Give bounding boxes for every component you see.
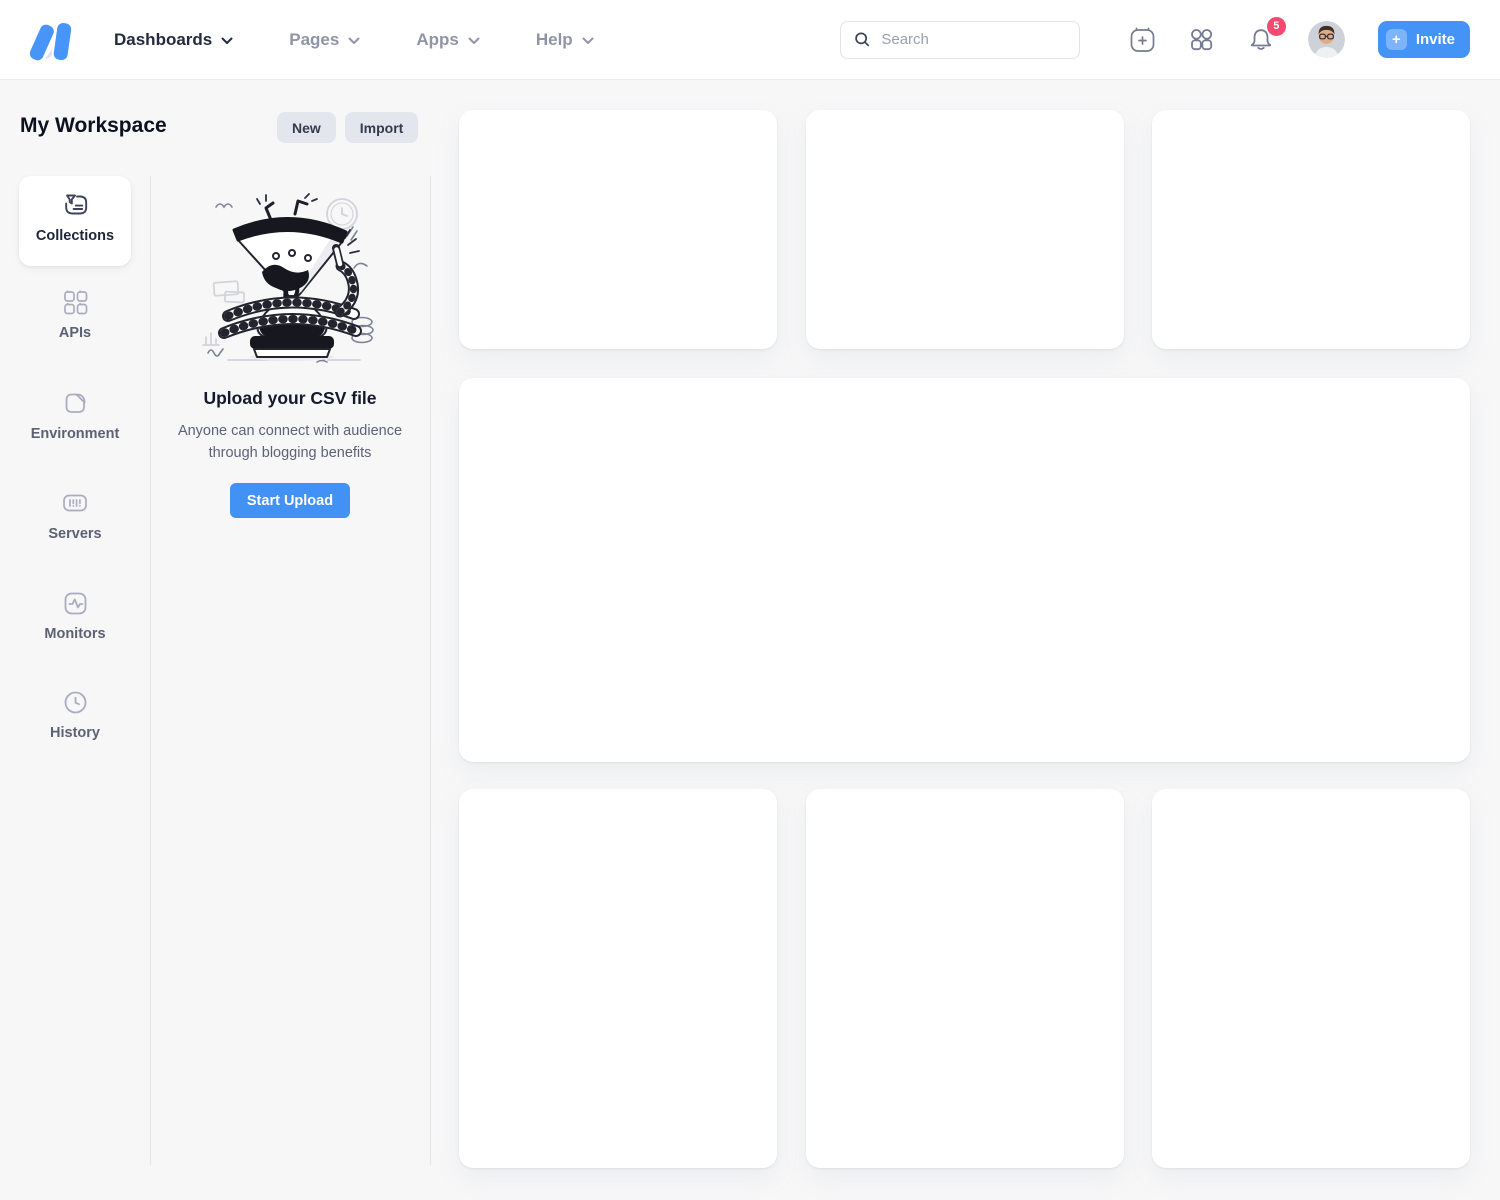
search-box[interactable] — [840, 21, 1080, 59]
notifications-button[interactable]: 5 — [1247, 26, 1275, 54]
top-navbar: Dashboards Pages Apps Help — [0, 0, 1500, 80]
chevron-down-icon — [582, 37, 594, 45]
nav-pages[interactable]: Pages — [289, 30, 360, 50]
divider — [430, 176, 431, 1165]
apis-icon — [19, 288, 131, 316]
nav-pages-label: Pages — [289, 30, 339, 50]
main-nav: Dashboards Pages Apps Help — [114, 30, 594, 50]
nav-dashboards-label: Dashboards — [114, 30, 212, 50]
placeholder-card — [459, 110, 777, 349]
plus-icon: + — [1386, 29, 1407, 50]
placeholder-card — [1152, 110, 1470, 349]
nav-apps-label: Apps — [416, 30, 459, 50]
placeholder-card-wide — [459, 378, 1470, 762]
upload-title: Upload your CSV file — [150, 388, 430, 409]
import-button[interactable]: Import — [345, 112, 419, 143]
upload-panel: Upload your CSV file Anyone can connect … — [150, 192, 430, 518]
monitors-icon — [19, 589, 131, 617]
apps-grid-icon[interactable] — [1189, 27, 1214, 52]
history-icon — [19, 688, 131, 716]
sidebar-item-apis[interactable]: APIs — [19, 288, 131, 341]
avatar[interactable] — [1308, 21, 1345, 58]
placeholder-card — [459, 789, 777, 1168]
sidebar-item-label: Servers — [19, 526, 131, 542]
placeholder-card — [806, 789, 1124, 1168]
sidebar-item-label: APIs — [19, 325, 131, 341]
sidebar-item-collections[interactable]: Collections — [19, 176, 131, 266]
sidebar-item-label: Environment — [19, 426, 131, 442]
brand-logo-icon[interactable] — [30, 17, 74, 63]
collections-icon — [19, 191, 131, 219]
upload-description: Anyone can connect with audience through… — [168, 420, 412, 464]
nav-apps[interactable]: Apps — [416, 30, 480, 50]
page-title: My Workspace — [20, 114, 167, 138]
search-icon — [854, 30, 871, 49]
sidebar-item-label: Collections — [19, 228, 131, 244]
placeholder-card — [806, 110, 1124, 349]
hourglass-character-illustration — [200, 192, 380, 372]
sidebar-item-environment[interactable]: Environment — [19, 389, 131, 442]
chevron-down-icon — [348, 37, 360, 45]
sidebar-item-monitors[interactable]: Monitors — [19, 589, 131, 642]
new-button[interactable]: New — [277, 112, 336, 143]
environment-icon — [19, 389, 131, 417]
nav-help[interactable]: Help — [536, 30, 594, 50]
invite-label: Invite — [1416, 31, 1455, 48]
chevron-down-icon — [221, 37, 233, 45]
start-upload-button[interactable]: Start Upload — [230, 483, 350, 518]
placeholder-card — [1152, 789, 1470, 1168]
search-input[interactable] — [881, 31, 1065, 48]
header-actions: 5 + Invite — [840, 21, 1470, 59]
invite-button[interactable]: + Invite — [1378, 21, 1470, 58]
sidebar-item-label: Monitors — [19, 626, 131, 642]
chevron-down-icon — [468, 37, 480, 45]
sidebar-item-history[interactable]: History — [19, 688, 131, 741]
sidebar-item-servers[interactable]: Servers — [19, 489, 131, 542]
nav-dashboards[interactable]: Dashboards — [114, 30, 233, 50]
sidebar-item-label: History — [19, 725, 131, 741]
servers-icon — [19, 489, 131, 517]
nav-help-label: Help — [536, 30, 573, 50]
workspace-buttons: New Import — [277, 112, 418, 143]
notification-badge: 5 — [1267, 17, 1286, 36]
add-square-icon[interactable] — [1129, 26, 1156, 54]
